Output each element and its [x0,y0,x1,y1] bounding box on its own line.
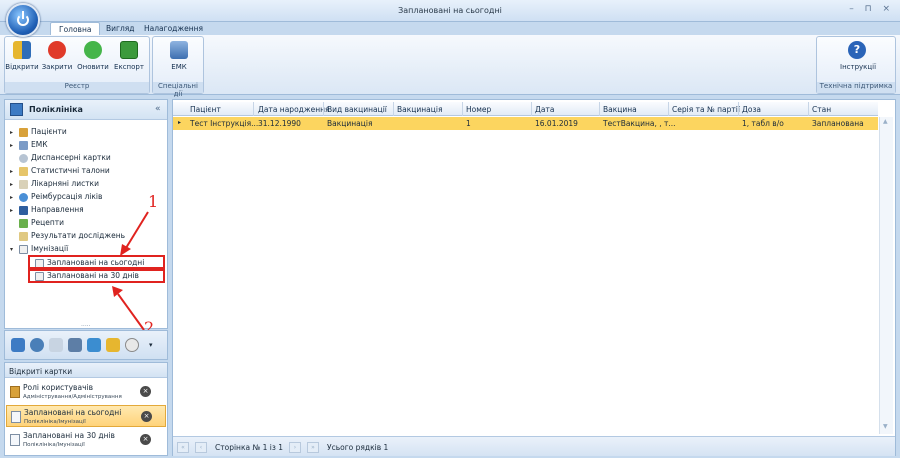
column-vaccine[interactable]: Вакцина [603,105,637,114]
next-page-button[interactable]: › [289,442,301,453]
open-card-roles[interactable]: Ролі користувачів Адміністрування/Адміні… [6,381,166,403]
arrow-1-line [126,212,148,248]
column-separator[interactable] [393,102,394,116]
page-indicator: Сторінка № 1 із 1 [215,443,283,452]
column-number[interactable]: Номер [466,105,491,114]
home-icon[interactable] [87,338,101,352]
first-page-button[interactable]: « [177,442,189,453]
last-page-button[interactable]: » [307,442,319,453]
total-rows: Усього рядків 1 [327,443,388,452]
column-status[interactable]: Стан [812,105,831,114]
close-icon[interactable]: × [140,434,151,445]
open-cards-panel: Відкриті картки Ролі користувачів Адміні… [4,362,168,456]
app-menu-button[interactable] [6,3,40,37]
cell-vaccine[interactable]: ТестВакцина, , т... [603,119,676,128]
annotation-number-1: 1 [148,192,158,211]
book-icon[interactable] [106,338,120,352]
column-dose[interactable]: Доза [742,105,761,114]
cell-date[interactable]: 16.01.2019 [535,119,578,128]
close-icon[interactable]: × [141,411,152,422]
server-icon[interactable] [68,338,82,352]
cell-birth-date[interactable]: 31.12.1990 [258,119,301,128]
chevron-down-icon[interactable]: ▾ [149,341,153,349]
column-separator[interactable] [531,102,532,116]
open-cards-title: Відкриті картки [5,363,167,378]
clinic-icon[interactable] [11,338,25,352]
column-separator[interactable] [738,102,739,116]
arrow-2-line [118,294,144,330]
grid-panel: Пацієнт Дата народження Вид вакцинації В… [172,99,896,456]
column-separator[interactable] [668,102,669,116]
column-birth-date[interactable]: Дата народження [258,105,330,114]
module-toolbar: ▾ [4,330,168,360]
column-batch[interactable]: Серія та № партії [672,105,740,114]
column-separator[interactable] [323,102,324,116]
clock-icon[interactable] [125,338,139,352]
cell-dose[interactable]: 1, табл в/о [742,119,784,128]
column-patient[interactable]: Пацієнт [190,105,221,114]
cell-patient[interactable]: Тест Інструкція... [190,119,258,128]
row-marker-icon: ▸ [178,119,181,126]
vertical-scrollbar[interactable]: ▲ ▼ [879,117,893,434]
column-separator[interactable] [253,102,254,116]
page-icon [11,411,21,423]
column-separator[interactable] [599,102,600,116]
open-card-planned-today[interactable]: Заплановані на сьогодні Поліклініка/Імун… [6,405,166,427]
column-date[interactable]: Дата [535,105,554,114]
column-separator[interactable] [462,102,463,116]
scroll-up-icon[interactable]: ▲ [883,118,888,125]
report-icon[interactable] [49,338,63,352]
pager-bar: « ‹ Сторінка № 1 із 1 › » Усього рядків … [173,436,895,456]
table-row[interactable]: ▸ Тест Інструкція... 31.12.1990 Вакцинац… [173,117,878,130]
power-bar-icon [22,11,24,19]
cell-status[interactable]: Запланована [812,119,864,128]
users-icon [10,386,20,398]
arrow-2-head [112,286,123,297]
cell-number[interactable]: 1 [466,119,471,128]
column-vaccination[interactable]: Вакцинація [397,105,442,114]
close-icon[interactable]: × [140,386,151,397]
sync-icon[interactable] [30,338,44,352]
open-card-planned-30-days[interactable]: Заплановані на 30 днів Поліклініка/Імуні… [6,429,166,451]
prev-page-button[interactable]: ‹ [195,442,207,453]
column-vaccination-type[interactable]: Вид вакцинації [327,105,387,114]
scroll-down-icon[interactable]: ▼ [883,423,888,430]
grid-header: Пацієнт Дата народження Вид вакцинації В… [173,102,878,116]
page-icon [10,434,20,446]
arrow-1-head [120,244,131,256]
cell-vaccination-type[interactable]: Вакцинація [327,119,372,128]
column-separator[interactable] [808,102,809,116]
